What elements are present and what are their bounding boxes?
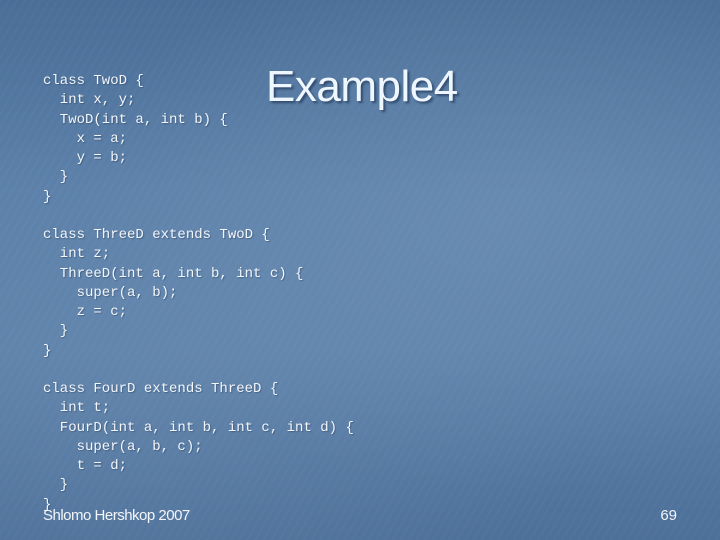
code-line: int x, y; [43,92,136,109]
footer-author: Shlomo Hershkop 2007 [43,507,190,524]
slide: Example4 class TwoD { int x, y; TwoD(int… [0,0,720,540]
code-block-threed: class ThreeD extends TwoD { int z; Three… [43,226,303,361]
code-line: class TwoD { [43,73,144,89]
code-line: super(a, b, c); [43,438,203,455]
slide-title: Example4 [266,62,458,111]
code-line: } [43,169,69,186]
code-line: } [43,342,52,359]
code-line: class FourD extends ThreeD { [43,381,279,397]
code-line: } [43,323,69,340]
code-line: y = b; [43,150,128,167]
code-line: class ThreeD extends TwoD { [43,227,270,243]
code-line: TwoD(int a, int b) { [43,111,228,128]
code-line: FourD(int a, int b, int c, int d) { [43,419,354,436]
code-block-fourd: class FourD extends ThreeD { int t; Four… [43,380,354,515]
code-line: super(a, b); [43,284,178,301]
code-line: t = d; [43,458,128,475]
code-line: int z; [43,246,111,263]
code-line: } [43,477,69,494]
code-line: x = a; [43,130,128,147]
code-line: } [43,188,52,205]
page-number: 69 [660,507,677,524]
code-line: z = c; [43,304,128,321]
code-block-twod: class TwoD { int x, y; TwoD(int a, int b… [43,72,228,207]
code-line: int t; [43,400,111,417]
code-line: ThreeD(int a, int b, int c) { [43,265,304,282]
